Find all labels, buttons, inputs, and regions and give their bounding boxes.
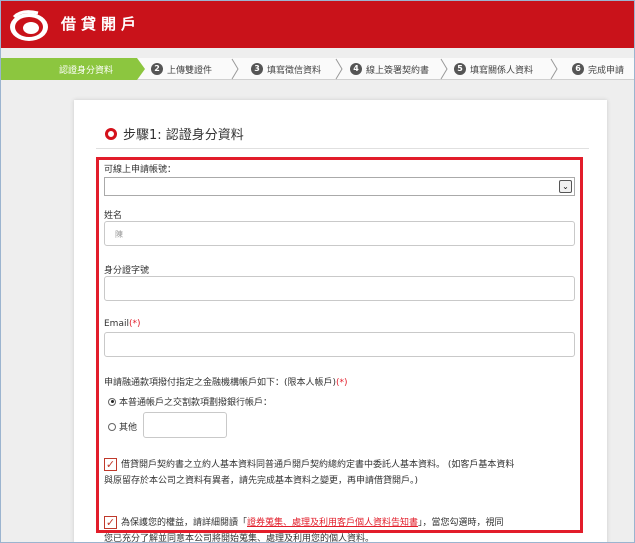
ring-icon xyxy=(105,127,117,140)
step-number: 3 xyxy=(251,63,263,75)
chevron-right-icon xyxy=(137,58,145,80)
highlight-box xyxy=(96,157,583,533)
divider xyxy=(96,148,589,149)
step-label: 上傳雙證件 xyxy=(167,65,213,76)
chevron-right-icon xyxy=(231,58,239,80)
step-number: 6 xyxy=(572,63,584,75)
chevron-right-icon xyxy=(440,58,448,80)
step-label: 線上簽署契約書 xyxy=(366,65,430,76)
step-2: 2 上傳雙證件 xyxy=(151,58,212,80)
step-number: 4 xyxy=(350,63,362,75)
chevron-right-icon xyxy=(335,58,343,80)
step-label: 填寫關係人資料 xyxy=(470,65,534,76)
step-5: 5 填寫關係人資料 xyxy=(454,58,533,80)
app-title: 借貸開戶 xyxy=(61,15,142,33)
steps-bar: 1 認證身分資料 2 上傳雙證件 3 填寫徵信資料 4 線上簽署契約書 5 填寫… xyxy=(1,58,634,80)
step-label: 完成申請 xyxy=(588,65,625,76)
step-number: 5 xyxy=(454,63,466,75)
app-header: 借貸開戶 xyxy=(1,1,634,48)
step-1: 1 認證身分資料 xyxy=(1,58,137,80)
section-title-text: 步驟1: 認證身分資料 xyxy=(123,128,244,143)
step-3: 3 填寫徵信資料 xyxy=(251,58,321,80)
chevron-right-icon xyxy=(550,58,558,80)
brand-logo-icon xyxy=(10,10,48,41)
step-number: 2 xyxy=(151,63,163,75)
step-6: 6 完成申請 xyxy=(572,58,624,80)
section-title: 步驟1: 認證身分資料 xyxy=(105,124,244,143)
step-4: 4 線上簽署契約書 xyxy=(350,58,429,80)
step-label: 認證身分資料 xyxy=(59,65,114,76)
step-number: 1 xyxy=(46,64,52,73)
step-label: 填寫徵信資料 xyxy=(267,65,322,76)
window: 借貸開戶 1 認證身分資料 2 上傳雙證件 3 填寫徵信資料 4 線上簽署契約書… xyxy=(0,0,635,543)
